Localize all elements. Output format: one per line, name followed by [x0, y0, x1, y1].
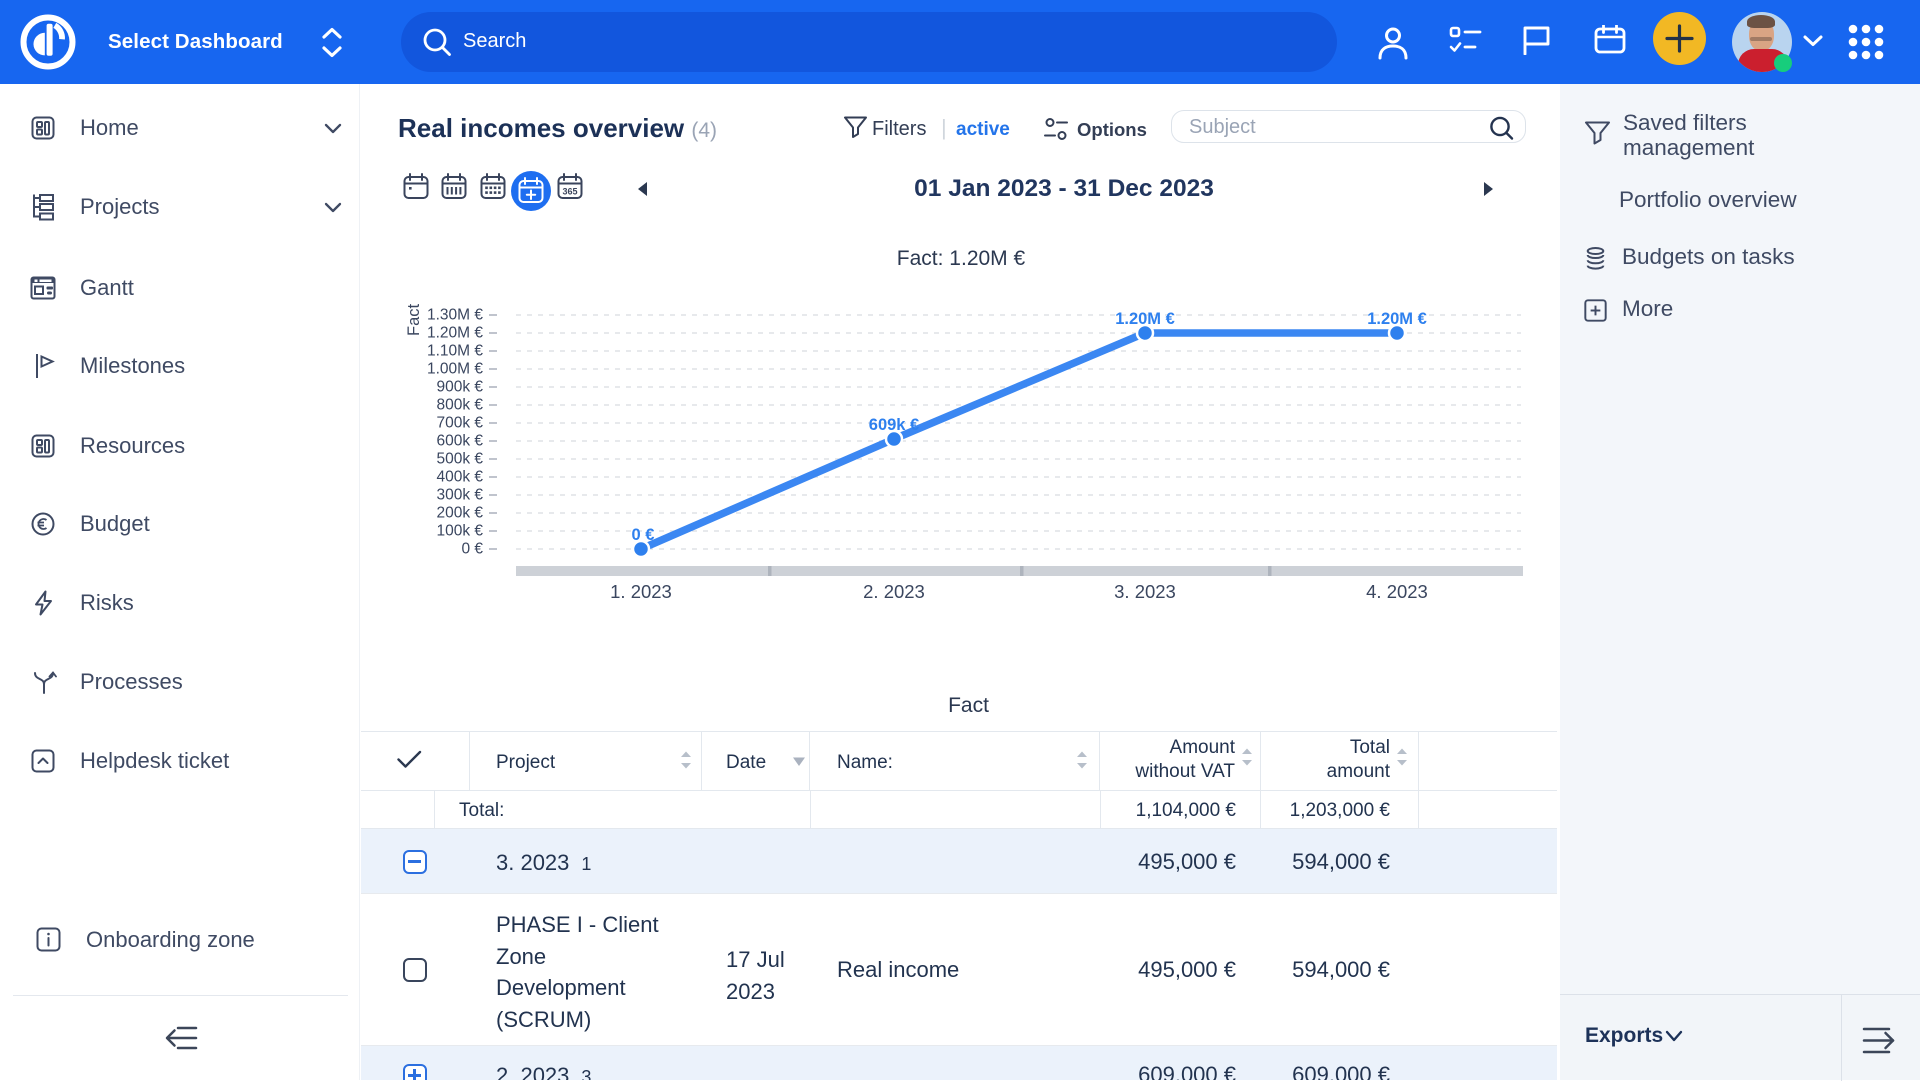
- svg-text:1.30M €: 1.30M €: [427, 307, 483, 324]
- svg-text:1.20M €: 1.20M €: [427, 325, 483, 342]
- svg-text:609k €: 609k €: [869, 416, 919, 434]
- svg-text:3. 2023: 3. 2023: [1114, 581, 1176, 602]
- svg-text:1.00M €: 1.00M €: [427, 361, 483, 378]
- svg-text:300k €: 300k €: [436, 487, 483, 504]
- svg-text:4. 2023: 4. 2023: [1366, 581, 1428, 602]
- svg-text:Fact: Fact: [405, 303, 423, 336]
- svg-text:800k €: 800k €: [436, 397, 483, 414]
- svg-text:200k €: 200k €: [436, 505, 483, 522]
- svg-text:600k €: 600k €: [436, 433, 483, 450]
- svg-text:1.20M €: 1.20M €: [1115, 310, 1175, 328]
- svg-text:0 €: 0 €: [632, 526, 655, 544]
- svg-text:365: 365: [562, 187, 577, 197]
- svg-text:1.10M €: 1.10M €: [427, 343, 483, 360]
- svg-text:900k €: 900k €: [436, 379, 483, 396]
- svg-text:700k €: 700k €: [436, 415, 483, 432]
- svg-text:2. 2023: 2. 2023: [863, 581, 925, 602]
- svg-text:0 €: 0 €: [461, 541, 483, 558]
- svg-text:100k €: 100k €: [436, 523, 483, 540]
- svg-text:500k €: 500k €: [436, 451, 483, 468]
- svg-text:1. 2023: 1. 2023: [610, 581, 672, 602]
- svg-text:1.20M €: 1.20M €: [1367, 310, 1427, 328]
- svg-text:400k €: 400k €: [436, 469, 483, 486]
